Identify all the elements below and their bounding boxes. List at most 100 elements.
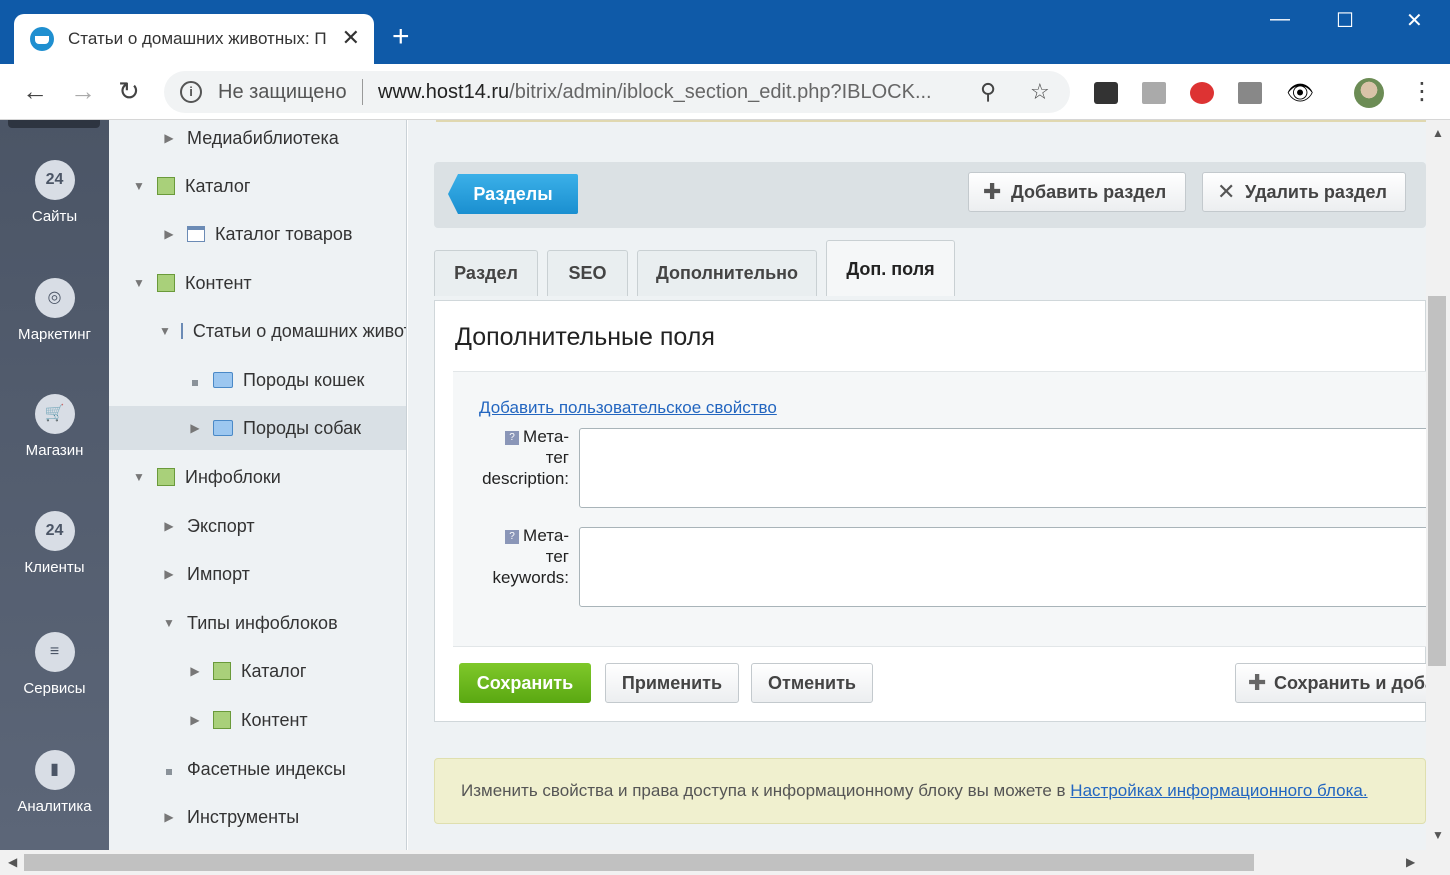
url-path: /bitrix/admin/iblock_section_edit.php?IB… [509,81,932,103]
extension-icon[interactable] [1142,82,1166,104]
close-tab-icon[interactable]: ✕ [342,26,360,50]
expand-arrow-icon[interactable]: ▶ [187,664,203,678]
add-user-property-link[interactable]: Добавить пользовательское свойство [479,398,777,418]
meta-description-field[interactable] [579,428,1426,508]
translate-extension-icon[interactable] [1190,82,1214,104]
menu-item-shop[interactable]: 🛒 Магазин [0,394,109,459]
expand-arrow-icon[interactable]: ▶ [161,810,177,824]
site-favicon-icon [30,27,54,51]
maximize-icon[interactable]: ☐ [1336,8,1354,33]
menu-item-analytics[interactable]: ▮ Аналитика [0,750,109,815]
label-line: keywords: [492,568,569,587]
collapse-arrow-icon[interactable]: ▼ [161,616,177,630]
minimize-icon[interactable]: — [1270,8,1290,31]
iblock-settings-link[interactable]: Настройках информационного блока. [1070,781,1367,800]
url-text[interactable]: www.host14.ru/bitrix/admin/iblock_sectio… [378,81,958,104]
back-arrow-icon[interactable]: ← [22,78,48,104]
label-line: Мета- [523,526,569,545]
meta-description-label: ? Мета- тег description: [473,426,569,489]
calendar-24-icon: 24 [34,160,75,200]
vertical-scrollbar[interactable]: ▲ ▼ [1426,120,1450,850]
cancel-button[interactable]: Отменить [751,663,873,703]
tree-item-pet-articles[interactable]: ▼ Статьи о домашних животных [109,309,406,353]
tree-item-label: Импорт [187,563,250,584]
eye-extension-icon[interactable]: 👁 [1286,82,1314,104]
context-toolbar: Разделы ✚ Добавить раздел ✕ Удалить разд… [434,162,1426,228]
info-icon[interactable]: i [180,81,202,103]
tree-item-content[interactable]: ▼ Контент [109,261,406,305]
menu-item-clients[interactable]: 24 Клиенты [0,511,109,576]
tree-item-type-content[interactable]: ▶ Контент [109,698,406,742]
address-bar[interactable]: i Не защищено www.host14.ru/bitrix/admin… [164,71,1070,113]
menu-item-marketing[interactable]: ◎ Маркетинг [0,278,109,343]
profile-avatar[interactable] [1354,78,1384,108]
add-section-button[interactable]: ✚ Добавить раздел [968,172,1186,212]
expand-arrow-icon[interactable]: ▶ [161,131,177,145]
tree-item-tools[interactable]: ▶ Инструменты [109,795,406,839]
tab-section[interactable]: Раздел [434,250,538,296]
expand-arrow-icon[interactable]: ▶ [161,567,177,581]
tree-item-catalog[interactable]: ▼ Каталог [109,164,406,208]
expand-arrow-icon[interactable]: ▶ [161,519,177,533]
zoom-icon[interactable]: ⚲ [980,79,996,105]
bookmark-star-icon[interactable]: ☆ [1030,79,1050,105]
scroll-right-arrow-icon[interactable]: ▶ [1406,855,1415,869]
expand-arrow-icon[interactable]: ▶ [187,421,203,435]
expand-arrow-icon[interactable]: ▶ [187,713,203,727]
browser-tab[interactable]: Статьи о домашних животных: Породы собак… [14,14,374,64]
collapse-arrow-icon[interactable]: ▼ [131,179,147,193]
menu-item-label: Клиенты [24,559,85,576]
collapse-arrow-icon[interactable]: ▼ [131,276,147,290]
apply-button[interactable]: Применить [605,663,739,703]
tree-item-cat-breeds[interactable]: Породы кошек [109,358,406,402]
tree-item-iblocks[interactable]: ▼ Инфоблоки [109,455,406,499]
leaf-bullet [161,759,177,780]
tree-item-label: Каталог [241,660,307,681]
meta-keywords-field[interactable] [579,527,1426,607]
scroll-left-arrow-icon[interactable]: ◀ [8,855,17,869]
browser-toolbar: ← → ↻ i Не защищено www.host14.ru/bitrix… [0,64,1450,120]
tab-additional[interactable]: Дополнительно [637,250,817,296]
delete-section-button[interactable]: ✕ Удалить раздел [1202,172,1406,212]
tree-item-medialib[interactable]: ▶ Медиабиблиотека [109,120,406,160]
tree-item-iblock-types[interactable]: ▼ Типы инфоблоков [109,601,406,645]
menu-item-sites[interactable]: 24 Сайты [0,160,109,225]
security-label: Не защищено [218,81,347,103]
main-menu-panel: 24 Сайты ◎ Маркетинг 🛒 Магазин 24 Клиент… [0,120,109,850]
forward-arrow-icon[interactable]: → [70,78,96,104]
tree-item-export[interactable]: ▶ Экспорт [109,504,406,548]
help-icon[interactable]: ? [505,431,520,445]
scroll-down-arrow-icon[interactable]: ▼ [1432,828,1444,842]
panel-top-edge [8,120,100,128]
iblocks-icon [157,468,175,486]
tree-item-dog-breeds[interactable]: ▶ Породы собак [109,406,406,450]
url-host: www.host14.ru [378,81,510,103]
tree-item-label: Экспорт [187,515,255,536]
scroll-up-arrow-icon[interactable]: ▲ [1432,126,1444,140]
horizontal-scrollbar[interactable]: ◀ ▶ [0,850,1450,875]
screen-extension-icon[interactable] [1238,82,1262,104]
horizontal-scroll-thumb[interactable] [24,854,1254,871]
expand-arrow-icon[interactable]: ▶ [161,227,177,241]
tree-item-catalog-goods[interactable]: ▶ Каталог товаров [109,212,406,256]
collapse-arrow-icon[interactable]: ▼ [131,470,147,484]
top-separator [436,120,1426,122]
tab-extra-fields[interactable]: Доп. поля [826,240,955,296]
tree-item-import[interactable]: ▶ Импорт [109,552,406,596]
incognito-extension-icon[interactable] [1094,82,1118,104]
tab-seo[interactable]: SEO [547,250,628,296]
tree-item-label: Медиабиблиотека [187,127,339,148]
collapse-arrow-icon[interactable]: ▼ [159,324,171,338]
close-window-icon[interactable]: ✕ [1406,8,1423,33]
menu-kebab-icon[interactable]: ⋮ [1410,78,1434,106]
sections-button[interactable]: Разделы [448,174,578,214]
new-tab-button[interactable]: + [392,22,410,52]
tree-item-facet-index[interactable]: Фасетные индексы [109,747,406,791]
menu-item-services[interactable]: ≡ Сервисы [0,632,109,697]
vertical-scroll-thumb[interactable] [1428,296,1446,666]
reload-icon[interactable]: ↻ [118,78,140,104]
tree-item-type-catalog[interactable]: ▶ Каталог [109,649,406,693]
save-button[interactable]: Сохранить [459,663,591,703]
help-icon[interactable]: ? [505,530,520,544]
save-and-add-button[interactable]: ✚ Сохранить и добавить [1235,663,1426,703]
